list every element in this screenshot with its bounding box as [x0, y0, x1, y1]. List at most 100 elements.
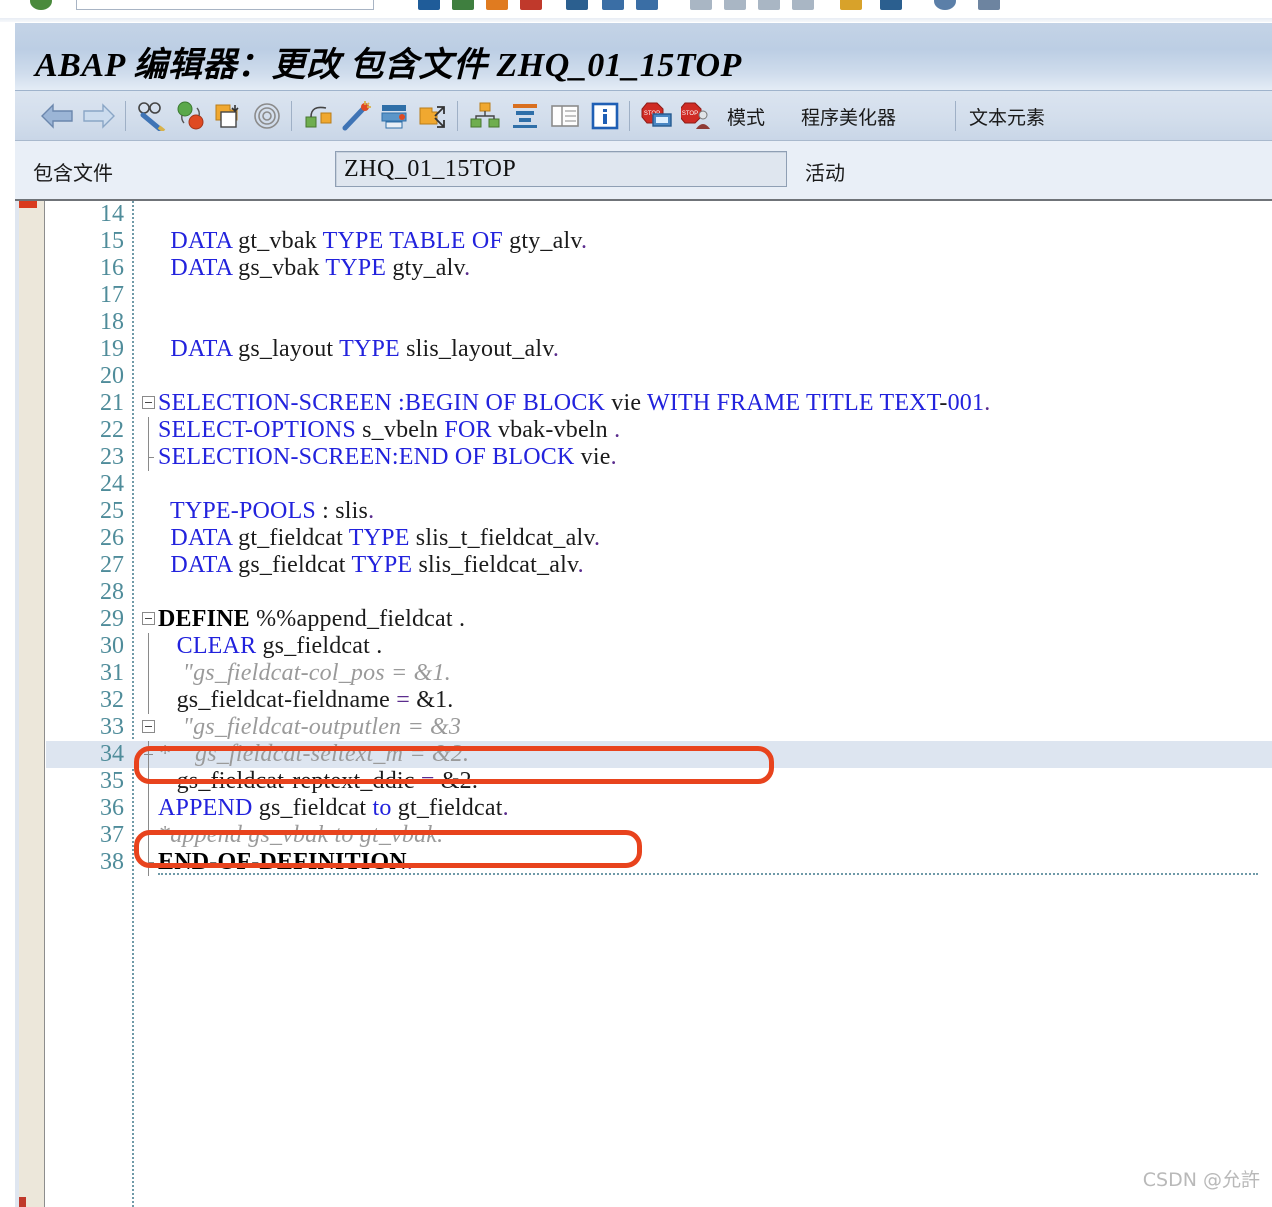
exit-icon[interactable] — [452, 0, 474, 10]
fold-toggle-icon[interactable] — [142, 720, 155, 733]
code-line[interactable]: 36 APPEND gs_fieldcat to gt_fieldcat. — [46, 795, 1272, 822]
stop-icon[interactable] — [520, 0, 542, 10]
code-line[interactable]: 37 *append gs_vbak to gt_vbak. — [46, 822, 1272, 849]
save-icon[interactable] — [30, 0, 52, 10]
split-screen-icon[interactable] — [547, 98, 583, 134]
information-icon[interactable] — [587, 98, 623, 134]
block-guide — [148, 795, 149, 822]
line-number: 38 — [100, 849, 124, 875]
code-line[interactable]: 34 * gs_fieldcat-seltext_m = &2. — [46, 741, 1272, 768]
code-line[interactable]: 24 — [46, 471, 1272, 498]
code-line[interactable]: 14 — [46, 201, 1272, 228]
where-used-icon[interactable] — [301, 98, 337, 134]
line-number: 20 — [100, 363, 124, 389]
code-line[interactable]: 28 — [46, 579, 1272, 606]
line-number: 17 — [100, 282, 124, 308]
code-line[interactable]: 17 — [46, 282, 1272, 309]
page-title: ABAP 编辑器：更改 包含文件 ZHQ_01_15TOP — [35, 47, 742, 84]
line-number: 32 — [100, 687, 124, 713]
fold-toggle-icon[interactable] — [142, 396, 155, 409]
code-lines[interactable]: 14 15 DATA gt_vbak TYPE TABLE OF gty_alv.… — [46, 201, 1272, 876]
code-line[interactable]: 27 DATA gs_fieldcat TYPE slis_fieldcat_a… — [46, 552, 1272, 579]
print-icon[interactable] — [566, 0, 588, 10]
include-name-input[interactable]: ZHQ_01_15TOP — [335, 151, 787, 187]
code-editor[interactable]: 14 15 DATA gt_vbak TYPE TABLE OF gty_alv.… — [15, 199, 1272, 1207]
code-line[interactable]: 31 "gs_fieldcat-col_pos = &1. — [46, 660, 1272, 687]
print-preview-icon[interactable] — [377, 98, 413, 134]
shortcut-icon[interactable] — [880, 0, 902, 10]
code-line[interactable]: 25 TYPE-POOLS : slis. — [46, 498, 1272, 525]
text-elements-button[interactable]: 文本元素 — [969, 101, 1045, 131]
find-next-icon[interactable] — [636, 0, 658, 10]
code-text: DATA gt_fieldcat TYPE slis_t_fieldcat_al… — [170, 525, 601, 551]
window-title-bar: ABAP 编辑器：更改 包含文件 ZHQ_01_15TOP — [15, 23, 1272, 91]
line-number: 15 — [100, 228, 124, 254]
code-line[interactable]: 32 gs_fieldcat-fieldname = &1. — [46, 687, 1272, 714]
code-line[interactable]: 16 DATA gs_vbak TYPE gty_alv. — [46, 255, 1272, 282]
next-page-icon[interactable] — [758, 0, 780, 10]
fold-toggle-icon[interactable] — [142, 612, 155, 625]
code-line[interactable]: 19 DATA gs_layout TYPE slis_layout_alv. — [46, 336, 1272, 363]
line-number: 25 — [100, 498, 124, 524]
code-line[interactable]: 23 SELECTION-SCREEN:END OF BLOCK vie. — [46, 444, 1272, 471]
check-syntax-icon[interactable] — [173, 98, 209, 134]
code-line[interactable]: 33 "gs_fieldcat-outputlen = &3 — [46, 714, 1272, 741]
sort-icon[interactable] — [507, 98, 543, 134]
cancel-icon[interactable] — [486, 0, 508, 10]
back-green-icon[interactable] — [418, 0, 440, 10]
last-page-icon[interactable] — [792, 0, 814, 10]
navigate-icon[interactable] — [415, 98, 451, 134]
code-line[interactable]: 15 DATA gt_vbak TYPE TABLE OF gty_alv. — [46, 228, 1272, 255]
editor-toolbar[interactable]: STOP STOP 模式 程序美化器 文本元素 — [15, 91, 1272, 141]
code-line[interactable]: 18 — [46, 309, 1272, 336]
customize-icon[interactable] — [978, 0, 1000, 10]
toolbar-separator — [125, 101, 126, 131]
code-line[interactable]: 35 gs_fieldcat-reptext_ddic = &2. — [46, 768, 1272, 795]
display-change-icon[interactable] — [135, 98, 171, 134]
code-line[interactable]: 20 — [46, 363, 1272, 390]
help-icon[interactable] — [934, 0, 956, 10]
line-number: 29 — [100, 606, 124, 632]
line-number: 28 — [100, 579, 124, 605]
pretty-printer-button[interactable]: 程序美化器 — [801, 101, 896, 131]
debug-stop-icon[interactable]: STOP — [639, 98, 675, 134]
toolbar-separator — [955, 101, 956, 131]
toolbar-separator — [291, 101, 292, 131]
code-line[interactable]: 38 END-OF-DEFINITION. — [46, 849, 1272, 876]
new-session-icon[interactable] — [840, 0, 862, 10]
back-arrow-icon[interactable] — [39, 98, 75, 134]
prev-page-icon[interactable] — [724, 0, 746, 10]
block-guide — [148, 849, 154, 876]
include-field-row: 包含文件 ZHQ_01_15TOP 活动 — [15, 141, 1272, 199]
mode-button[interactable]: 模式 — [727, 101, 765, 131]
code-line[interactable]: 29 DEFINE %%append_fieldcat . — [46, 606, 1272, 633]
block-guide — [144, 741, 153, 768]
toolbar-separator — [629, 101, 630, 131]
code-line[interactable]: 30 CLEAR gs_fieldcat . — [46, 633, 1272, 660]
forward-arrow-icon[interactable] — [81, 98, 117, 134]
find-icon[interactable] — [602, 0, 624, 10]
code-text: "gs_fieldcat-outputlen = &3 — [158, 714, 462, 740]
code-line[interactable]: 26 DATA gt_fieldcat TYPE slis_t_fieldcat… — [46, 525, 1272, 552]
pretty-printer-wand-icon[interactable] — [339, 98, 375, 134]
pattern-spiral-icon[interactable] — [249, 98, 285, 134]
code-text: DEFINE %%append_fieldcat . — [158, 606, 466, 632]
first-page-icon[interactable] — [690, 0, 712, 10]
line-number: 26 — [100, 525, 124, 551]
svg-text:STOP: STOP — [682, 111, 698, 117]
breakpoint-user-icon[interactable]: STOP — [679, 98, 715, 134]
activate-icon[interactable] — [211, 98, 247, 134]
sap-gui-toolbar-strip[interactable] — [0, 0, 1272, 20]
block-guide — [148, 768, 149, 795]
code-text-area[interactable]: 14 15 DATA gt_vbak TYPE TABLE OF gty_alv.… — [46, 201, 1272, 1207]
include-name-value: ZHQ_01_15TOP — [344, 156, 517, 182]
command-field[interactable] — [76, 0, 374, 10]
code-text: "gs_fieldcat-col_pos = &1. — [158, 660, 451, 686]
code-text: gs_fieldcat-reptext_ddic = &2. — [158, 768, 479, 794]
line-number: 19 — [100, 336, 124, 362]
block-guide — [148, 417, 149, 444]
code-text: END-OF-DEFINITION. — [158, 849, 413, 875]
object-navigator-icon[interactable] — [467, 98, 503, 134]
code-line[interactable]: 21 SELECTION-SCREEN :BEGIN OF BLOCK vie W… — [46, 390, 1272, 417]
code-line[interactable]: 22 SELECT-OPTIONS s_vbeln FOR vbak-vbeln … — [46, 417, 1272, 444]
